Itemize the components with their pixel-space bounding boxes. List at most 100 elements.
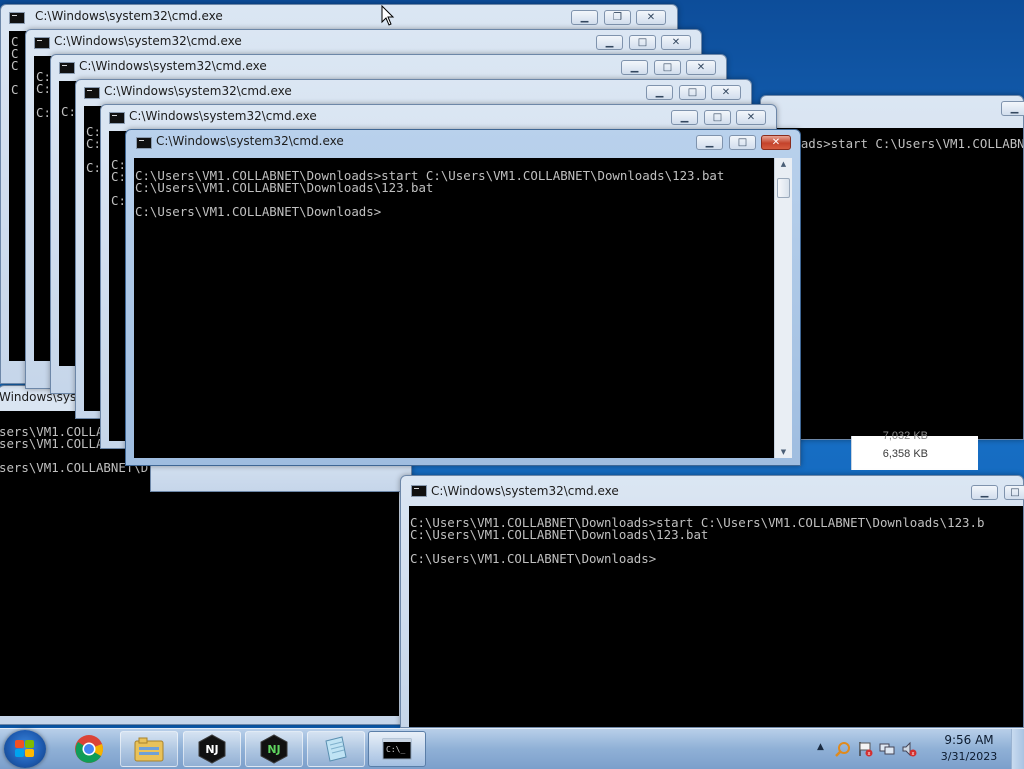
maximize-icon: □ bbox=[637, 36, 648, 48]
console-line: C: bbox=[36, 105, 51, 120]
minimize-button[interactable]: ▁ bbox=[671, 110, 698, 125]
close-icon: ✕ bbox=[771, 136, 781, 148]
maximize-button[interactable]: □ bbox=[679, 85, 706, 100]
close-icon: ✕ bbox=[721, 86, 731, 98]
console-area[interactable]: C:\Users\VM1.COLLABNET\Downloads>start C… bbox=[409, 506, 1023, 727]
clock[interactable]: 9:56 AM 3/31/2023 bbox=[934, 733, 1004, 763]
console-line: C: bbox=[111, 169, 126, 184]
titlebar[interactable]: C:\Windows\system32\cmd.exe ▁ □ ✕ bbox=[51, 55, 726, 80]
maximize-icon: □ bbox=[737, 136, 748, 148]
windows-logo-icon bbox=[15, 740, 35, 758]
taskbar-nj-2[interactable]: NJ bbox=[245, 731, 303, 767]
console-line: C:\Users\VM1.COLLABNET\Downloads\123.bat bbox=[410, 527, 709, 542]
minimize-button[interactable]: ▁ bbox=[646, 85, 673, 100]
maximize-icon: □ bbox=[1010, 486, 1020, 498]
minimize-button[interactable]: ▁ bbox=[621, 60, 648, 75]
window-title: C:\Windows\system32\cmd.exe bbox=[54, 34, 242, 48]
svg-text:NJ: NJ bbox=[205, 743, 218, 756]
window-title: C:\Windows\system32\cmd.exe bbox=[104, 84, 292, 98]
titlebar[interactable]: C:\Windows\system32\cmd.exe ▁ □ bbox=[401, 476, 1024, 501]
taskbar-nj-1[interactable]: NJ bbox=[183, 731, 241, 767]
scroll-up-icon[interactable]: ▲ bbox=[775, 160, 792, 168]
cmd-icon bbox=[109, 112, 125, 124]
minimize-icon: ▁ bbox=[1010, 102, 1019, 114]
folder-icon bbox=[134, 737, 164, 762]
cmd-icon bbox=[59, 62, 75, 74]
titlebar[interactable]: C:\Windows\system32\cmd.exe ▁ ❐ ✕ bbox=[1, 5, 677, 30]
mouse-cursor-icon bbox=[381, 5, 395, 26]
vertical-scrollbar[interactable]: ▲ ▼ bbox=[774, 158, 792, 458]
close-button[interactable]: ✕ bbox=[686, 60, 716, 75]
minimize-icon: ▁ bbox=[680, 111, 689, 123]
taskbar-cmd[interactable]: C:\_ bbox=[368, 731, 426, 767]
network-icon[interactable] bbox=[879, 741, 895, 757]
notepad-icon bbox=[325, 736, 347, 762]
cmd-icon bbox=[9, 12, 25, 24]
titlebar[interactable]: C:\Windows\system32\cmd.exe ▁ □ ✕ bbox=[26, 30, 701, 55]
clock-time: 9:56 AM bbox=[944, 733, 994, 747]
console-prompt: C:\Users\VM1.COLLABNET\Downloads> bbox=[135, 204, 382, 219]
close-button[interactable]: ✕ bbox=[661, 35, 691, 50]
cmd-window-bottom-right[interactable]: C:\Windows\system32\cmd.exe ▁ □ C:\Users… bbox=[400, 475, 1024, 728]
restore-icon: ❐ bbox=[613, 11, 622, 23]
taskbar-chrome[interactable] bbox=[60, 731, 118, 767]
close-icon: ✕ bbox=[671, 36, 681, 48]
close-button[interactable]: ✕ bbox=[636, 10, 666, 25]
cmd-icon bbox=[411, 485, 427, 497]
window-title: C:\Windows\system32\cmd.exe bbox=[431, 484, 619, 498]
minimize-icon: ▁ bbox=[580, 11, 589, 23]
close-icon: ✕ bbox=[746, 111, 756, 123]
show-hidden-icons-icon[interactable]: ▲ bbox=[817, 742, 824, 752]
console-line: C: bbox=[36, 81, 51, 96]
console-area[interactable]: C:\Users\VM1.COLLABNET\Downloads>start C… bbox=[134, 158, 792, 458]
minimize-icon: ▁ bbox=[605, 36, 614, 48]
minimize-button[interactable]: ▁ bbox=[596, 35, 623, 50]
minimize-icon: ▁ bbox=[655, 86, 664, 98]
show-desktop-button[interactable] bbox=[1011, 729, 1024, 769]
minimize-button[interactable]: ▁ bbox=[571, 10, 598, 25]
maximize-icon: □ bbox=[687, 86, 698, 98]
maximize-button[interactable]: □ bbox=[704, 110, 731, 125]
maximize-button[interactable]: ❐ bbox=[604, 10, 631, 25]
console-area[interactable]: wnloads>start C:\Users\VM1.COLLABNET\Dow… bbox=[769, 128, 1023, 439]
titlebar[interactable]: C:\Windows\system32\cmd.exe ▁ □ ✕ bbox=[76, 80, 751, 105]
console-line: C bbox=[11, 58, 19, 73]
maximize-button[interactable]: □ bbox=[729, 135, 756, 150]
console-line: C: bbox=[86, 136, 101, 151]
search-icon[interactable] bbox=[835, 741, 851, 757]
cmd-window-active[interactable]: C:\Windows\system32\cmd.exe ▁ □ ✕ C:\Use… bbox=[125, 129, 801, 466]
minimize-button[interactable]: ▁ bbox=[1001, 101, 1024, 116]
console-line: sers\VM1.COLLA bbox=[0, 436, 104, 451]
console-line: C: bbox=[111, 193, 126, 208]
titlebar[interactable]: C:\Windows\system32\cmd.exe ▁ □ ✕ bbox=[126, 130, 800, 155]
cmd-icon: C:\_ bbox=[382, 738, 412, 760]
maximize-button[interactable]: □ bbox=[629, 35, 656, 50]
close-button[interactable]: ✕ bbox=[761, 135, 791, 150]
scroll-thumb[interactable] bbox=[777, 178, 790, 198]
window-title: C:\Windows\system32\cmd.exe bbox=[156, 134, 344, 148]
titlebar[interactable]: ▁ bbox=[761, 96, 1024, 121]
maximize-button[interactable]: □ bbox=[1004, 485, 1024, 500]
console-line: wnloads>start C:\Users\VM1.COLLABNET\Dow… bbox=[771, 136, 1023, 151]
minimize-icon: ▁ bbox=[980, 486, 989, 498]
taskbar: NJ NJ C:\_ ▲ x x 9:56 AM 3/31/2023 bbox=[0, 728, 1024, 769]
maximize-icon: □ bbox=[662, 61, 673, 73]
taskbar-notepad[interactable] bbox=[307, 731, 365, 767]
taskbar-explorer[interactable] bbox=[120, 731, 178, 767]
volume-muted-icon[interactable]: x bbox=[901, 741, 917, 757]
close-button[interactable]: ✕ bbox=[736, 110, 766, 125]
titlebar[interactable]: C:\Windows\system32\cmd.exe ▁ □ ✕ bbox=[101, 105, 776, 130]
start-button[interactable] bbox=[4, 730, 46, 768]
scroll-down-icon[interactable]: ▼ bbox=[775, 448, 792, 456]
nj-app-green-icon: NJ bbox=[260, 734, 288, 764]
nj-app-icon: NJ bbox=[198, 734, 226, 764]
cmd-icon bbox=[84, 87, 100, 99]
minimize-button[interactable]: ▁ bbox=[696, 135, 723, 150]
clock-date: 3/31/2023 bbox=[940, 750, 998, 763]
file-size: 7,032 KB bbox=[882, 430, 928, 442]
close-button[interactable]: ✕ bbox=[711, 85, 741, 100]
maximize-button[interactable]: □ bbox=[654, 60, 681, 75]
console-line: C: bbox=[61, 104, 76, 119]
action-center-flag-icon[interactable]: x bbox=[857, 741, 873, 757]
minimize-button[interactable]: ▁ bbox=[971, 485, 998, 500]
